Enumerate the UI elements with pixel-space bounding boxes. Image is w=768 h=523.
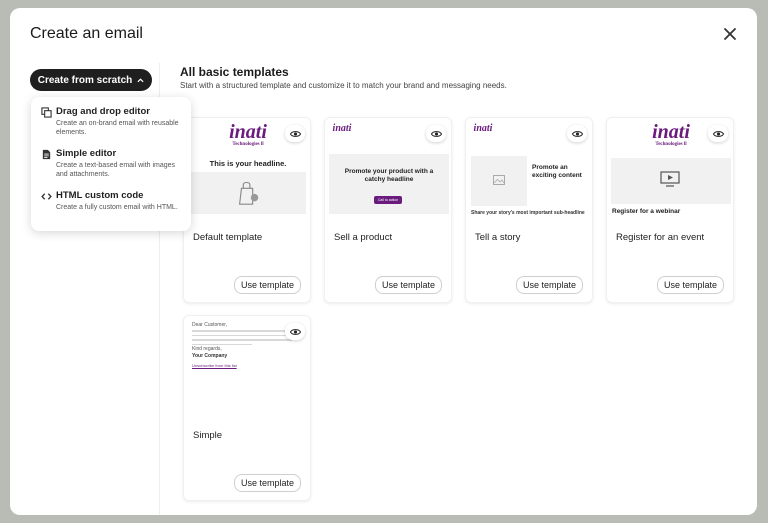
thumb-headline: Promote your product with a catchy headl… <box>344 168 434 184</box>
company-logo: inati <box>473 123 493 134</box>
template-card-register-for-event[interactable]: inati Technologies ll Register for a web… <box>606 117 734 303</box>
thumb-banner: Promote your product with a catchy headl… <box>329 154 449 214</box>
templates-panel: All basic templates Start with a structu… <box>180 63 757 515</box>
template-card-tell-a-story[interactable]: inati Promote an exciting content Share … <box>465 117 593 303</box>
preview-eye-icon[interactable] <box>285 125 305 142</box>
template-name: Register for an event <box>616 232 705 243</box>
thumb-body-lines <box>192 330 292 345</box>
close-icon[interactable] <box>723 27 737 41</box>
use-template-button[interactable]: Use template <box>374 276 442 294</box>
menu-item-desc: Create a fully custom email with HTML. <box>56 204 178 212</box>
menu-item-desc: Create an on-brand email with reusable e… <box>56 120 179 137</box>
create-email-modal: Create an email Create from scratch Drag… <box>10 8 757 515</box>
template-name: Tell a story <box>475 232 521 243</box>
thumb-image-placeholder <box>190 172 306 214</box>
preview-eye-icon[interactable] <box>567 125 587 142</box>
thumb-unsubscribe-link: Unsubscribe from this list <box>192 363 237 368</box>
image-icon <box>493 175 505 185</box>
shopping-bag-icon <box>238 181 259 205</box>
thumb-greeting: Dear Customer, <box>192 322 228 328</box>
thumb-video-placeholder <box>611 158 731 204</box>
code-icon <box>41 193 52 201</box>
document-icon <box>42 150 51 160</box>
create-from-scratch-button[interactable]: Create from scratch <box>30 69 152 91</box>
thumb-image-placeholder <box>471 156 527 206</box>
preview-eye-icon[interactable] <box>708 125 728 142</box>
menu-item-simple-editor[interactable]: Simple editor Create a text-based email … <box>41 148 181 179</box>
template-name: Sell a product <box>334 232 393 243</box>
create-from-scratch-menu: Drag and drop editor Create an on-brand … <box>31 97 191 231</box>
section-title: All basic templates <box>180 65 289 79</box>
menu-item-title: Simple editor <box>56 148 117 160</box>
template-card-sell-a-product[interactable]: inati Promote your product with a catchy… <box>324 117 452 303</box>
thumb-headline: Register for a webinar <box>612 208 681 215</box>
create-from-scratch-label: Create from scratch <box>37 74 133 86</box>
template-name: Simple <box>193 430 223 441</box>
use-template-button[interactable]: Use template <box>656 276 724 294</box>
template-card-simple[interactable]: Dear Customer, Kind regards, Your Compan… <box>183 315 311 501</box>
template-card-default[interactable]: inati Technologies ll This is your headl… <box>183 117 311 303</box>
menu-item-title: HTML custom code <box>56 190 144 202</box>
use-template-button[interactable]: Use template <box>233 474 301 492</box>
use-template-button[interactable]: Use template <box>233 276 301 294</box>
section-description: Start with a structured template and cus… <box>180 81 507 90</box>
menu-item-drag-and-drop[interactable]: Drag and drop editor Create an on-brand … <box>41 106 181 137</box>
menu-item-title: Drag and drop editor <box>56 106 150 117</box>
video-monitor-icon <box>660 171 680 187</box>
chevron-up-icon <box>137 77 144 82</box>
company-logo: inati <box>332 123 352 134</box>
thumb-regards: Kind regards, <box>192 346 222 352</box>
thumb-cta-button: Call to action <box>374 196 402 204</box>
menu-item-html-custom-code[interactable]: HTML custom code Create a fully custom e… <box>41 190 181 212</box>
company-logo: inati Technologies ll <box>652 121 690 147</box>
preview-eye-icon[interactable] <box>285 323 305 340</box>
thumb-sender: Your Company <box>192 353 228 359</box>
menu-item-desc: Create a text-based email with images an… <box>56 162 176 179</box>
template-name: Default template <box>193 232 263 243</box>
thumb-headline: This is your headline. <box>209 159 287 168</box>
modal-title: Create an email <box>30 25 143 42</box>
use-template-button[interactable]: Use template <box>515 276 583 294</box>
copy-icon <box>41 107 52 118</box>
thumb-headline: Promote an exciting content <box>532 164 582 180</box>
sidebar: Create from scratch Drag and drop editor… <box>10 63 191 515</box>
thumb-subheadline: Share your story's most important sub-he… <box>471 210 585 216</box>
preview-eye-icon[interactable] <box>426 125 446 142</box>
company-logo: inati Technologies ll <box>229 121 267 147</box>
